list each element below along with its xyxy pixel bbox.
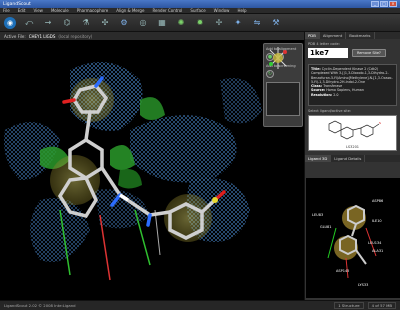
surface-icon[interactable]: ▦ [156, 17, 168, 29]
residue-label: ASP86 [372, 199, 383, 203]
ligand-select-label: Select ligand/active site: [308, 109, 352, 113]
hydrophobic-icon[interactable]: ✦ [232, 17, 244, 29]
minimize-button[interactable]: _ [371, 1, 379, 7]
pharmacophore-icon[interactable]: ⚙ [118, 17, 130, 29]
menu-view[interactable]: View [33, 8, 43, 13]
tab-ligand-3d[interactable]: Ligand 3D [305, 155, 332, 162]
active-file-note: (local repository) [58, 33, 93, 39]
pdb-title: Cyclin-Dependent Kinase 2 (Cdk2) Complex… [311, 67, 393, 84]
title-bar: LigandScout _ □ × [0, 0, 400, 8]
status-copyright: LigandScout 2.02 © 2008 Inte:Ligand [4, 303, 76, 308]
residue-label: ALA31 [372, 249, 383, 253]
tab-alignment[interactable]: Alignment [320, 32, 347, 39]
pdb-details-box: Title: Cyclin-Dependent Kinase 2 (Cdk2) … [308, 64, 397, 106]
toolbar: ◉ ⤺ → ⌬ ⚗ ✣ ⚙ ◎ ▦ ✺ ✹ ✢ ✦ ⇋ ⚒ [0, 14, 400, 32]
menu-pharmacophore[interactable]: Pharmacophore [77, 8, 109, 13]
residue-label: LEU83 [312, 213, 323, 217]
window-title: LigandScout [3, 1, 31, 7]
pdb-code-label: PDB 4 letter code: [308, 42, 340, 46]
menu-help[interactable]: Help [237, 8, 246, 13]
ligand-view-tabs: Ligand 3D Ligand Details [305, 155, 400, 162]
pharmacophore-thumbnail[interactable] [266, 47, 300, 116]
ligand-3d-view[interactable]: ASP86 LEU83 GLU81 ILE10 LEU134 ALA31 ASP… [306, 178, 400, 298]
molecule-network-icon[interactable]: ✢ [213, 17, 225, 29]
menu-edit[interactable]: Edit [18, 8, 26, 13]
active-file-label: Active File: [4, 33, 26, 39]
molecule-icon[interactable]: ⌬ [61, 17, 73, 29]
svg-text:S: S [379, 121, 381, 125]
gear-icon[interactable]: ✹ [194, 17, 206, 29]
ligand-name: LS3201 [345, 145, 360, 149]
tab-bookmarks[interactable]: Bookmarks [346, 32, 375, 39]
pdb-code-input[interactable]: 1ke7 [308, 48, 348, 58]
menu-file[interactable]: File [3, 8, 10, 13]
active-file-name: CHEY1 LIGDS [28, 33, 56, 39]
arrow-icon[interactable]: → [42, 17, 54, 29]
menu-molecule[interactable]: Molecule [51, 8, 69, 13]
right-panel: PDB Alignment Bookmarks PDB 4 letter cod… [304, 32, 400, 300]
residue-label: ILE10 [372, 219, 382, 223]
ligand-3d-drawing: ASP86 LEU83 GLU81 ILE10 LEU134 ALA31 ASP… [312, 199, 383, 287]
residue-label: LYS33 [358, 283, 368, 287]
compare-icon[interactable]: ⇋ [251, 17, 263, 29]
star-icon[interactable]: ✺ [175, 17, 187, 29]
ligand-2d-structure[interactable]: S LS3201 [308, 115, 397, 151]
settings-icon[interactable]: ⚒ [270, 17, 282, 29]
residue-label: ASP145 [336, 269, 349, 273]
remove-site-button[interactable]: Remove Site? [352, 49, 386, 57]
menu-render-control[interactable]: Render Control [152, 8, 182, 13]
3d-viewport[interactable]: Add to alignment ● ◐ Add to screening ↻ [0, 40, 304, 300]
close-button[interactable]: × [389, 1, 397, 7]
pdb-section: PDB 4 letter code: 1ke7 Remove Site? [305, 39, 400, 61]
molecule-scene [4, 62, 262, 281]
menu-surface[interactable]: Surface [190, 8, 205, 13]
sphere-icon[interactable]: ◎ [137, 17, 149, 29]
status-structures: 1 Structure [334, 302, 364, 309]
flask-icon[interactable]: ⚗ [80, 17, 92, 29]
pharmacophore-preview-icon [269, 47, 287, 69]
tab-pdb[interactable]: PDB [305, 32, 320, 39]
atom-icon[interactable]: ✣ [99, 17, 111, 29]
status-bar: LigandScout 2.02 © 2008 Inte:Ligand 1 St… [0, 300, 400, 310]
ligand-structure-drawing: S [328, 120, 381, 140]
right-panel-tabs: PDB Alignment Bookmarks [305, 32, 400, 39]
residue-label: LEU134 [368, 241, 382, 245]
resolution-label: Resolution: [311, 92, 333, 97]
active-file-bar: Active File: CHEY1 LIGDS (local reposito… [0, 32, 304, 40]
pdb-resolution: 2.0 [333, 92, 339, 97]
open-icon[interactable]: ⤺ [23, 17, 35, 29]
logo-icon[interactable]: ◉ [4, 16, 16, 29]
viewport-side-panel: Add to alignment ● ◐ Add to screening ↻ [263, 43, 303, 127]
residue-label: GLU81 [320, 225, 332, 229]
menu-window[interactable]: Window [214, 8, 230, 13]
maximize-button[interactable]: □ [380, 1, 388, 7]
tab-ligand-details[interactable]: Ligand Details [331, 155, 366, 162]
status-memory: 4 of 57 MB [367, 302, 396, 309]
menu-align-merge[interactable]: Align & Merge [116, 8, 144, 13]
